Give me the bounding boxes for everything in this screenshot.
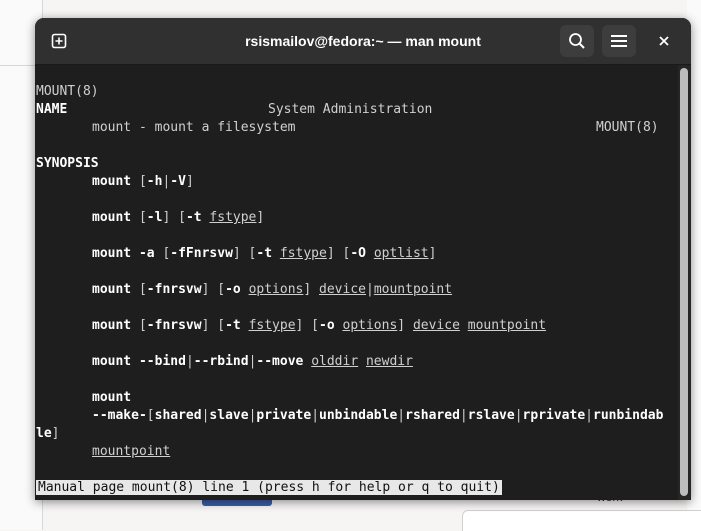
hamburger-menu-icon — [611, 35, 627, 47]
terminal-window: rsismailov@fedora:~ — man mount MOUNT(8) — [35, 18, 691, 500]
new-tab-icon — [51, 33, 67, 49]
search-button[interactable] — [560, 25, 594, 57]
cmd: mount — [92, 174, 132, 189]
man-header: MOUNT(8) System Administration MOUNT(8) — [36, 65, 676, 135]
synopsis-line-7-cmd: mount — [92, 390, 132, 405]
synopsis-line-3: mount -a [-fFnrsvw] [-t fstype] [-O optl… — [92, 246, 437, 261]
synopsis-line-2: mount [-l] [-t fstype] — [92, 210, 265, 225]
close-button[interactable] — [650, 27, 678, 55]
background-card — [462, 510, 701, 531]
status-line: Manual page mount(8) line 1 (press h for… — [36, 479, 502, 497]
terminal-content[interactable]: MOUNT(8) System Administration MOUNT(8) … — [35, 65, 678, 500]
synopsis-line-1: mount [-h|-V] — [92, 174, 194, 189]
pager-status: Manual page mount(8) line 1 (press h for… — [36, 480, 502, 495]
close-icon — [659, 36, 669, 46]
header-right: MOUNT(8) — [596, 120, 659, 135]
window-title: rsismailov@fedora:~ — man mount — [245, 33, 481, 49]
synopsis-line-7-mountpoint: mountpoint — [92, 444, 171, 459]
synopsis-line-5: mount [-fnrsvw] [-t fstype] [-o options]… — [92, 318, 547, 333]
scrollbar-thumb[interactable] — [680, 68, 688, 496]
synopsis-line-4: mount [-fnrsvw] [-o options] device|moun… — [92, 282, 453, 297]
header-center: System Administration — [268, 102, 433, 117]
new-tab-button[interactable] — [42, 25, 76, 57]
search-icon — [569, 33, 585, 49]
title-bar: rsismailov@fedora:~ — man mount — [35, 18, 691, 65]
name-text: mount - mount a filesystem — [92, 120, 296, 135]
synopsis-heading: SYNOPSIS — [36, 156, 99, 171]
synopsis-line-6: mount --bind|--rbind|--move olddir newdi… — [92, 354, 413, 369]
name-heading: NAME — [36, 102, 68, 117]
synopsis-line-7: --make-[shared|slave|private|unbindable|… — [92, 408, 664, 423]
menu-button[interactable] — [602, 25, 636, 57]
synopsis-line-7-wrap: le] — [36, 426, 60, 441]
header-left: MOUNT(8) — [36, 84, 99, 99]
